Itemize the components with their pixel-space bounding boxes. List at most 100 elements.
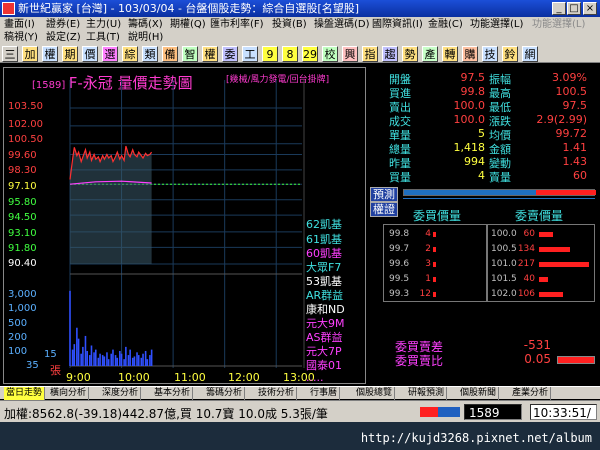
toolbar-button[interactable]: 工 xyxy=(242,46,258,62)
time-tick: 11:00 xyxy=(174,371,206,384)
menu-forex-rates[interactable]: 匯市利率(F) xyxy=(210,18,264,31)
toolbar-button[interactable]: 備 xyxy=(162,46,178,62)
menu-tools[interactable]: 工具(T) xyxy=(86,31,120,44)
menu-trading-picks[interactable]: 操盤選碼(D) xyxy=(314,18,370,31)
tab-0[interactable]: 當日走勢 xyxy=(4,387,46,400)
toolbar-button[interactable]: 校 xyxy=(322,46,338,62)
volume-tick: 200 xyxy=(8,332,28,343)
quote-label: 買量 xyxy=(389,171,411,184)
toolbar-button[interactable]: 網 xyxy=(522,46,538,62)
menu-securities[interactable]: 證券(E) xyxy=(46,18,80,31)
toolbar-button[interactable]: 鈴 xyxy=(502,46,518,62)
bid-price[interactable]: 99.5 xyxy=(389,274,409,284)
chart-panel: [1589] F-永冠 量價走勢圖 [幾械/風力發電/回台掛牌] 103.50 … xyxy=(3,67,366,384)
tab-6[interactable]: 行事曆 xyxy=(308,387,341,400)
price-area-fill xyxy=(70,146,152,264)
bid-price[interactable]: 99.8 xyxy=(389,229,409,239)
main-area: [1589] F-永冠 量價走勢圖 [幾械/風力發電/回台掛牌] 103.50 … xyxy=(0,64,600,386)
menu-invest[interactable]: 投資(B) xyxy=(272,18,307,31)
toolbar-button[interactable]: 產 xyxy=(422,46,438,62)
toolbar-button[interactable]: 權 xyxy=(202,46,218,62)
tab-10[interactable]: 產業分析 xyxy=(510,387,552,400)
menu-functions[interactable]: 功能選擇(L) xyxy=(470,18,523,31)
ask-qty: 134 xyxy=(517,244,535,254)
tab-2[interactable]: 深度分析 xyxy=(100,387,142,400)
ask-qty-bar xyxy=(539,292,564,297)
tab-8[interactable]: 研報預測 xyxy=(406,387,448,400)
tab-5[interactable]: 技術分析 xyxy=(256,387,298,400)
price-tick-reference: 97.10 xyxy=(8,181,37,192)
quote-value: 100.0 xyxy=(453,113,486,126)
forecast-tag[interactable]: 預測 xyxy=(370,187,398,202)
stock-code-input[interactable]: 1589 xyxy=(464,404,522,420)
tab-3[interactable]: 基本分析 xyxy=(152,387,194,400)
menu-screen[interactable]: 畫面(I) xyxy=(4,18,35,31)
menu-intl-info[interactable]: 國際資訊(I) xyxy=(372,18,423,31)
menu-chips[interactable]: 籌碼(X) xyxy=(128,18,163,31)
toolbar-button[interactable]: 購 xyxy=(462,46,478,62)
tab-4[interactable]: 籌碼分析 xyxy=(204,387,246,400)
toolbar-button[interactable]: 加 xyxy=(22,46,38,62)
toolbar-button[interactable]: 智 xyxy=(182,46,198,62)
watermark-url: http://kujd3268.pixnet.net/album xyxy=(360,431,592,445)
menu-settings[interactable]: 設定(Z) xyxy=(46,31,81,44)
toolbar-button[interactable]: 29 xyxy=(302,46,318,62)
broker-item[interactable]: ..... xyxy=(306,371,323,384)
minimize-button[interactable]: _ xyxy=(552,2,566,15)
menu-help[interactable]: 說明(H) xyxy=(128,31,163,44)
tab-1[interactable]: 橫向分析 xyxy=(48,387,90,400)
menu-options[interactable]: 期權(Q) xyxy=(170,18,206,31)
toolbar-button[interactable]: 權 xyxy=(42,46,58,62)
toolbar-button[interactable]: 指 xyxy=(362,46,378,62)
toolbar-button[interactable]: 三 xyxy=(2,46,18,62)
volume-tick: 3,000 xyxy=(8,289,37,300)
toolbar-button[interactable]: 8 xyxy=(282,46,298,62)
price-tick: 99.60 xyxy=(8,150,37,161)
bid-qty: 12 xyxy=(419,289,431,299)
ask-qty: 60 xyxy=(523,229,535,239)
toolbar-button[interactable]: 委 xyxy=(222,46,238,62)
time-tick: 10:00 xyxy=(118,371,150,384)
sentiment-bar-segment xyxy=(536,190,596,195)
menu-functions-disabled: 功能選擇(L) xyxy=(532,19,586,30)
bid-header: 委買價量 xyxy=(413,209,462,223)
price-tick: 103.50 xyxy=(8,101,43,112)
ask-qty-bar xyxy=(539,247,570,252)
toolbar-button[interactable]: 價 xyxy=(82,46,98,62)
broker-item[interactable]: 62凱基 xyxy=(306,216,342,232)
toolbar-button[interactable]: 選 xyxy=(102,46,118,62)
menu-major-force[interactable]: 主力(U) xyxy=(86,18,121,31)
bid-price[interactable]: 99.7 xyxy=(389,244,409,254)
tab-9[interactable]: 個股新聞 xyxy=(458,387,500,400)
bid-ask-diff-value: -531 xyxy=(523,338,551,352)
bid-price[interactable]: 99.6 xyxy=(389,259,409,269)
price-tick: 100.50 xyxy=(8,134,43,145)
warrant-tag[interactable]: 權證 xyxy=(370,202,398,217)
bid-qty-bar xyxy=(433,292,436,297)
toolbar-button[interactable]: 勢 xyxy=(402,46,418,62)
toolbar-button[interactable]: 9 xyxy=(262,46,278,62)
ask-price[interactable]: 101.5 xyxy=(491,274,517,284)
menu-view[interactable]: 稿視(Y) xyxy=(4,31,38,44)
maximize-button[interactable]: □ xyxy=(567,2,581,15)
ask-qty-bar xyxy=(539,232,553,237)
toolbar-button[interactable]: 期 xyxy=(62,46,78,62)
ask-price[interactable]: 102.0 xyxy=(491,289,517,299)
toolbar-button[interactable]: 趨 xyxy=(382,46,398,62)
toolbar-button[interactable]: 技 xyxy=(482,46,498,62)
toolbar: 三加權期價選綜類備智權委工 9 8 29 校興指趨勢產轉購技鈴網 xyxy=(0,45,600,63)
tab-7[interactable]: 個股總覽 xyxy=(354,387,396,400)
toolbar-button[interactable]: 興 xyxy=(342,46,358,62)
ask-price[interactable]: 100.5 xyxy=(491,244,517,254)
close-button[interactable]: × xyxy=(583,2,597,15)
ask-price[interactable]: 100.0 xyxy=(491,229,517,239)
toolbar-button[interactable]: 轉 xyxy=(442,46,458,62)
menu-finance[interactable]: 金融(C) xyxy=(428,18,463,31)
quote-value: 3.09% xyxy=(552,71,587,84)
toolbar-button[interactable]: 類 xyxy=(142,46,158,62)
ask-price[interactable]: 101.0 xyxy=(491,259,517,269)
quote-value: 1,418 xyxy=(453,141,486,154)
bid-price[interactable]: 99.3 xyxy=(389,289,409,299)
toolbar-button[interactable]: 綜 xyxy=(122,46,138,62)
volume-tick: 500 xyxy=(8,318,28,329)
